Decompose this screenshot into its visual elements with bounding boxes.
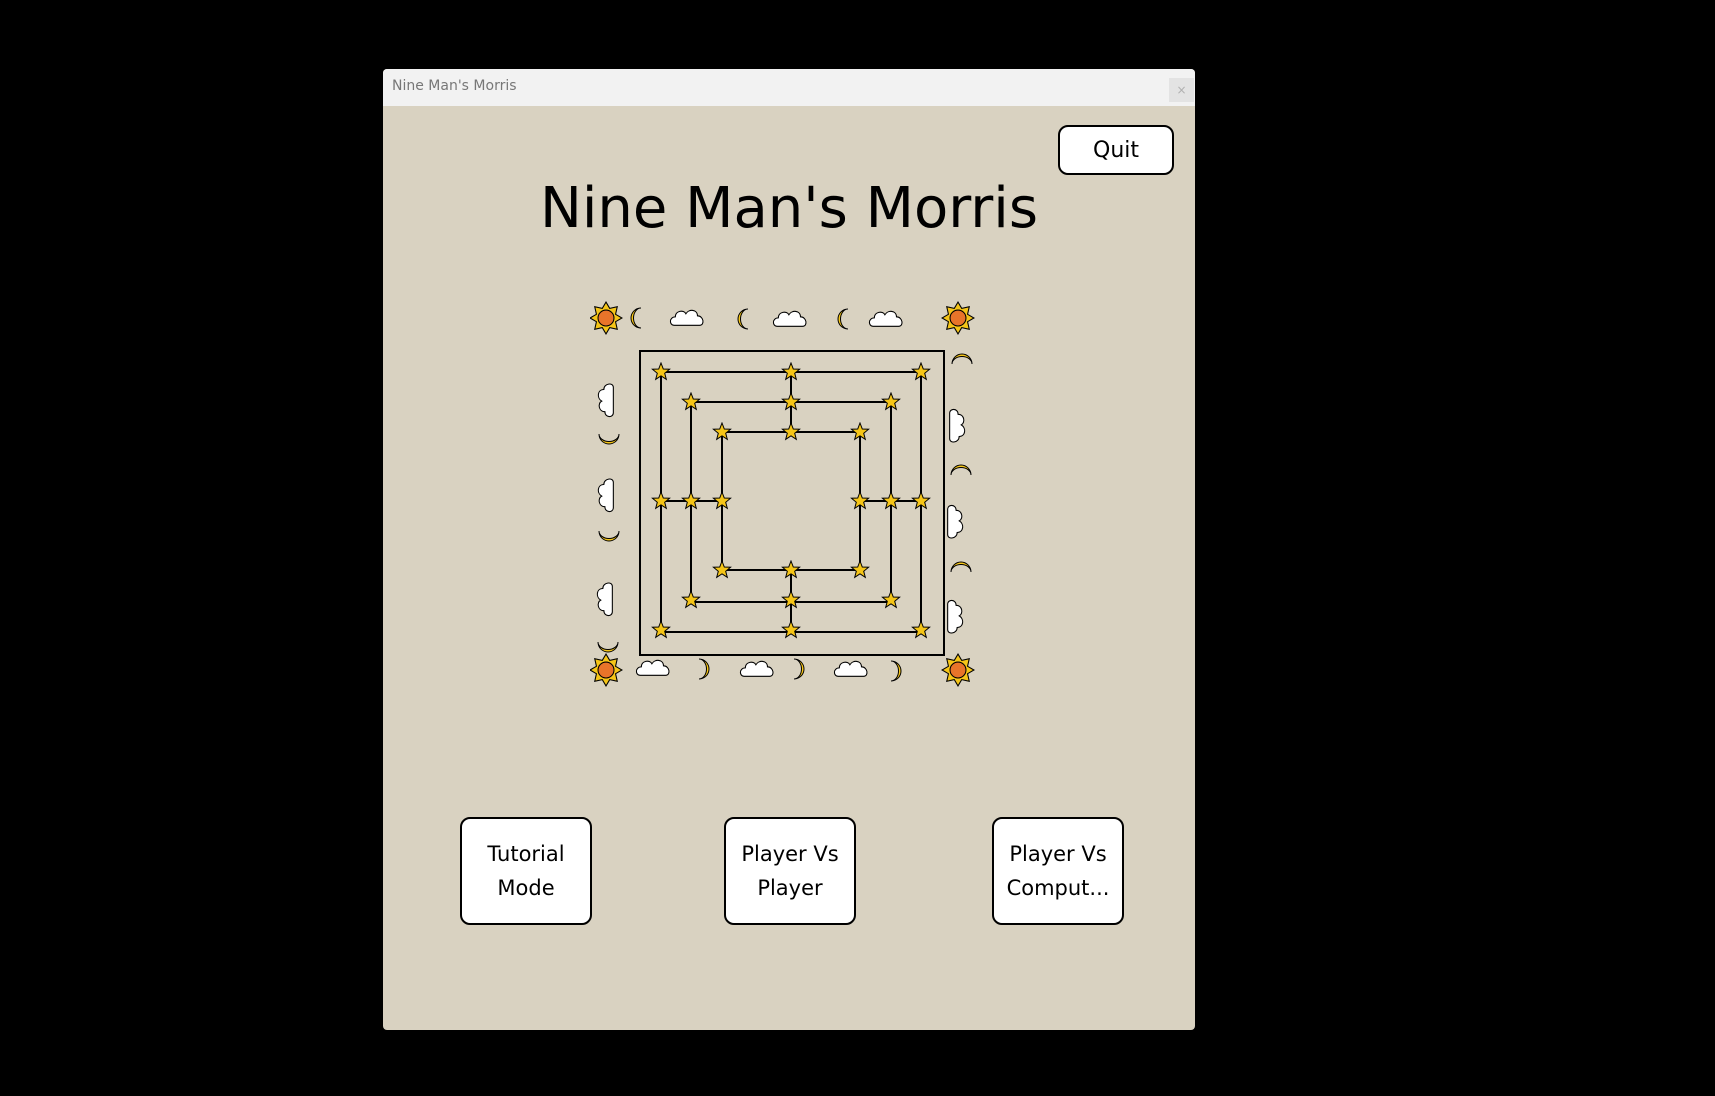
sun-icon xyxy=(941,301,975,335)
moon-icon xyxy=(793,658,805,680)
cloud-icon xyxy=(635,659,670,676)
moon-icon xyxy=(630,307,642,329)
player-vs-computer-button[interactable]: Player Vs Comput... xyxy=(992,817,1124,925)
cloud-icon xyxy=(947,599,964,634)
sun-icon xyxy=(590,653,623,687)
tutorial-mode-button[interactable]: Tutorial Mode xyxy=(460,817,592,925)
moon-icon xyxy=(950,464,972,476)
moon-icon xyxy=(597,641,619,653)
cloud-icon xyxy=(597,383,614,418)
cloud-icon xyxy=(739,660,774,677)
player-vs-player-button[interactable]: Player Vs Player xyxy=(724,817,856,925)
star-icon[interactable] xyxy=(881,590,901,608)
moon-icon xyxy=(837,308,849,330)
moon-icon xyxy=(890,660,902,682)
star-icon[interactable] xyxy=(781,620,801,638)
cloud-icon xyxy=(597,478,614,513)
window-title: Nine Man's Morris xyxy=(392,78,517,94)
cloud-icon xyxy=(833,660,868,677)
close-button[interactable]: × xyxy=(1169,78,1194,102)
player-vs-player-label: Player Vs Player xyxy=(741,842,839,900)
cloud-icon xyxy=(596,582,613,617)
cloud-icon xyxy=(669,309,704,326)
cloud-icon xyxy=(949,408,966,443)
star-icon[interactable] xyxy=(681,590,701,608)
moon-icon xyxy=(737,308,749,330)
cloud-icon xyxy=(947,504,964,539)
cloud-icon xyxy=(868,310,903,327)
sun-icon xyxy=(590,301,623,335)
moon-icon xyxy=(950,561,972,573)
star-icon[interactable] xyxy=(712,560,732,578)
star-icon[interactable] xyxy=(651,620,671,638)
tutorial-mode-label: Tutorial Mode xyxy=(487,842,565,900)
app-window: Nine Man's Morris × Quit Nine Man's Morr… xyxy=(383,69,1195,1030)
cloud-icon xyxy=(772,310,807,327)
inner-ring xyxy=(721,431,861,571)
moon-icon xyxy=(598,530,620,542)
star-icon[interactable] xyxy=(781,422,801,440)
sun-icon xyxy=(941,653,975,687)
moon-icon xyxy=(598,433,620,445)
player-vs-computer-label: Player Vs Comput... xyxy=(1006,842,1110,900)
board-points xyxy=(651,362,931,638)
page-title: Nine Man's Morris xyxy=(539,176,1039,241)
moon-icon xyxy=(698,658,710,680)
quit-button[interactable]: Quit xyxy=(1058,125,1174,175)
star-icon[interactable] xyxy=(911,620,931,638)
moon-icon xyxy=(951,353,973,365)
morris-board xyxy=(590,301,975,687)
star-icon[interactable] xyxy=(850,560,870,578)
title-bar: Nine Man's Morris × xyxy=(383,69,1195,106)
